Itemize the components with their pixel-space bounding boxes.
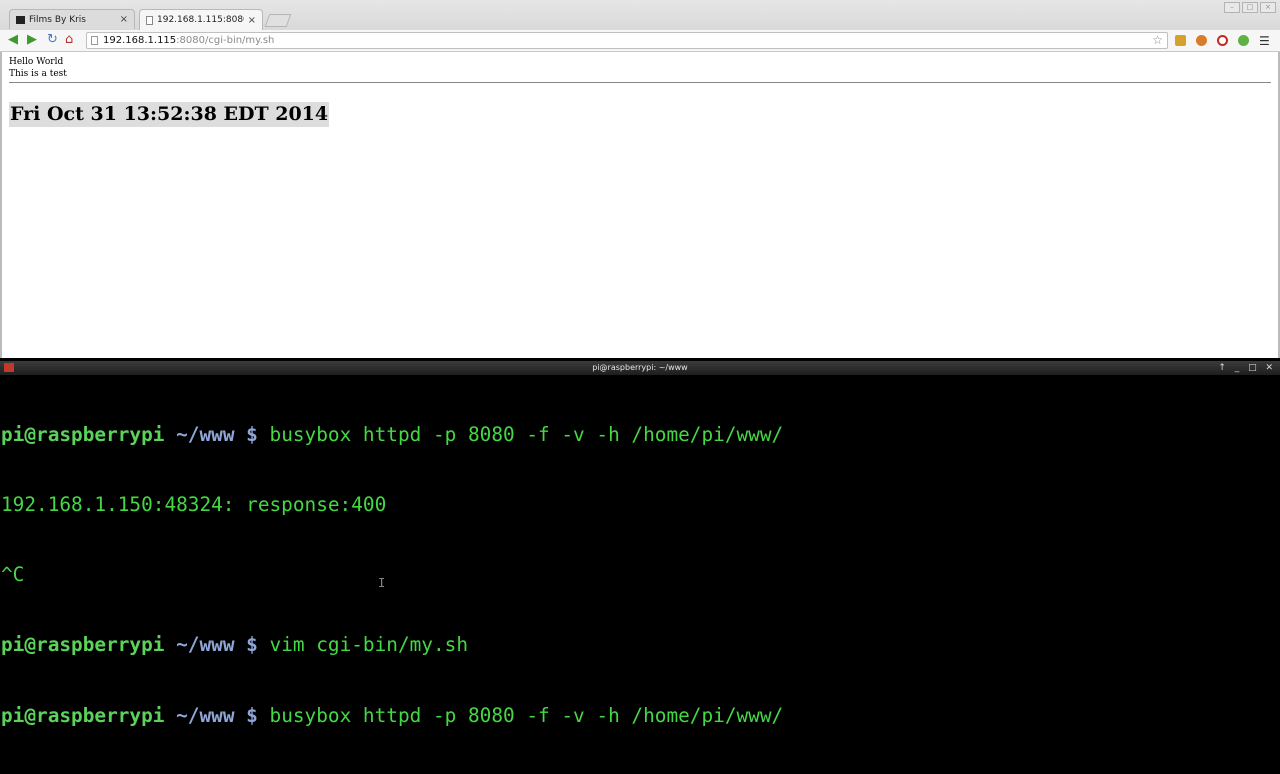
terminal-output[interactable]: pi@raspberrypi ~/www $ busybox httpd -p … — [1, 376, 783, 774]
browser-toolbar: ◀ ▶ ↻ ⌂ 192.168.1.115:8080/cgi-bin/my.sh… — [0, 30, 1280, 52]
terminal-window[interactable]: pi@raspberrypi: ~/www ↑ _ □ ✕ pi@raspber… — [0, 361, 1280, 727]
bookmark-star-icon[interactable]: ☆ — [1152, 33, 1163, 48]
back-arrow-icon[interactable]: ◀ — [8, 33, 18, 47]
terminal-icon — [4, 363, 14, 372]
menu-icon[interactable]: ☰ — [1259, 34, 1270, 48]
tab-cgi-page[interactable]: 192.168.1.115:8080/ × — [139, 9, 263, 30]
terminal-line: 192.168.1.150:48324: response:400 — [1, 493, 387, 517]
terminal-line: pi@raspberrypi ~/www $ vim cgi-bin/my.sh — [1, 633, 468, 657]
tab-close-icon[interactable]: × — [120, 14, 128, 25]
tab-close-icon[interactable]: × — [248, 15, 256, 26]
forward-arrow-icon[interactable]: ▶ — [27, 33, 37, 47]
page-favicon-icon — [146, 15, 153, 25]
terminal-line: pi@raspberrypi ~/www $ busybox httpd -p … — [1, 703, 784, 727]
text-cursor-icon: I — [378, 576, 386, 590]
url-host: 192.168.1.115 — [103, 35, 177, 46]
tab-films-by-kris[interactable]: Films By Kris × — [9, 9, 135, 29]
url-path: :8080/cgi-bin/my.sh — [176, 35, 275, 46]
window-controls: – □ × — [1224, 2, 1276, 13]
page-content: Hello World This is a test Fri Oct 31 13… — [0, 52, 1280, 358]
test-text: This is a test — [9, 69, 67, 79]
tab-title: Films By Kris — [29, 14, 86, 25]
terminal-window-controls[interactable]: ↑ _ □ ✕ — [1218, 361, 1276, 375]
maximize-icon[interactable]: □ — [1242, 2, 1258, 13]
terminal-title: pi@raspberrypi: ~/www — [592, 363, 688, 372]
extension-evernote-icon[interactable] — [1238, 35, 1249, 46]
site-favicon-icon — [16, 15, 25, 24]
new-tab-button[interactable] — [264, 14, 292, 27]
terminal-line: ^C — [1, 563, 25, 587]
tab-title: 192.168.1.115:8080/ — [157, 15, 244, 25]
extension-cookie-icon[interactable] — [1196, 35, 1207, 46]
reload-icon[interactable]: ↻ — [47, 33, 58, 47]
home-icon[interactable]: ⌂ — [65, 33, 73, 47]
address-bar[interactable]: 192.168.1.115:8080/cgi-bin/my.sh ☆ — [86, 32, 1168, 49]
browser-window: Films By Kris × 192.168.1.115:8080/ × – … — [0, 0, 1280, 358]
extension-phone-icon[interactable] — [1175, 35, 1186, 46]
divider — [9, 82, 1271, 83]
terminal-titlebar[interactable]: pi@raspberrypi: ~/www ↑ _ □ ✕ — [0, 361, 1280, 375]
date-heading: Fri Oct 31 13:52:38 EDT 2014 — [9, 102, 330, 127]
page-icon — [91, 36, 98, 45]
minimize-icon[interactable]: – — [1224, 2, 1240, 13]
extension-adblock-icon[interactable] — [1217, 35, 1228, 46]
close-window-icon[interactable]: × — [1260, 2, 1276, 13]
hello-text: Hello World — [9, 57, 64, 67]
tab-strip: Films By Kris × 192.168.1.115:8080/ × – … — [0, 0, 1280, 30]
terminal-line: pi@raspberrypi ~/www $ busybox httpd -p … — [1, 422, 784, 446]
